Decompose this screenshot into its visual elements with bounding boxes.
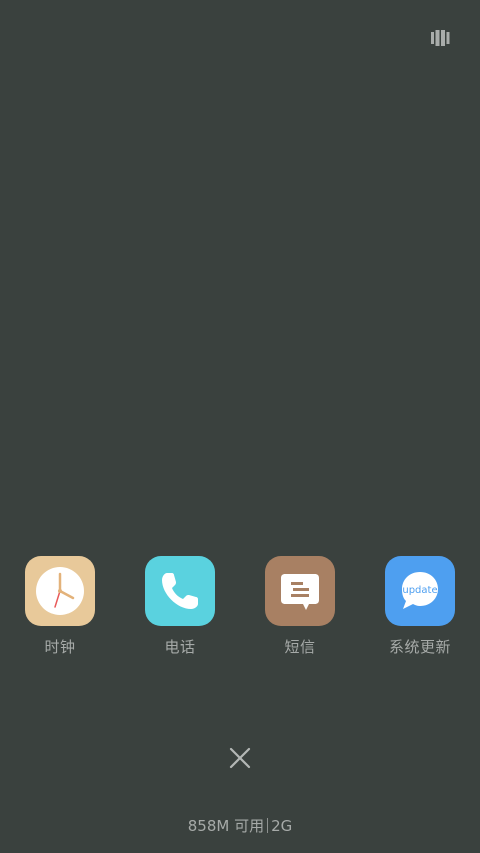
memory-divider	[267, 818, 269, 833]
recent-app-clock[interactable]: 时钟	[5, 556, 115, 666]
memory-status: 858M 可用 2G	[0, 815, 480, 836]
task-manager-icon[interactable]	[431, 30, 451, 46]
update-icon: update	[385, 556, 455, 626]
recents-screen: 时钟 电话 短信 update 系统更新 858M 可用 2G	[0, 0, 480, 853]
recent-app-label: 电话	[164, 638, 196, 656]
recent-app-messages[interactable]: 短信	[245, 556, 355, 666]
recent-app-system-update[interactable]: update 系统更新	[365, 556, 475, 666]
memory-available: 858M 可用	[187, 817, 265, 835]
recent-app-label: 系统更新	[388, 638, 451, 656]
recent-app-label: 短信	[284, 638, 316, 656]
message-icon	[265, 556, 335, 626]
phone-icon	[145, 556, 215, 626]
close-icon[interactable]	[227, 745, 253, 771]
memory-total: 2G	[271, 817, 293, 835]
recent-app-label: 时钟	[44, 638, 76, 656]
clock-icon	[25, 556, 95, 626]
update-badge-text: update	[402, 585, 438, 596]
recent-apps-row: 时钟 电话 短信 update 系统更新	[0, 556, 480, 666]
recent-app-phone[interactable]: 电话	[125, 556, 235, 666]
